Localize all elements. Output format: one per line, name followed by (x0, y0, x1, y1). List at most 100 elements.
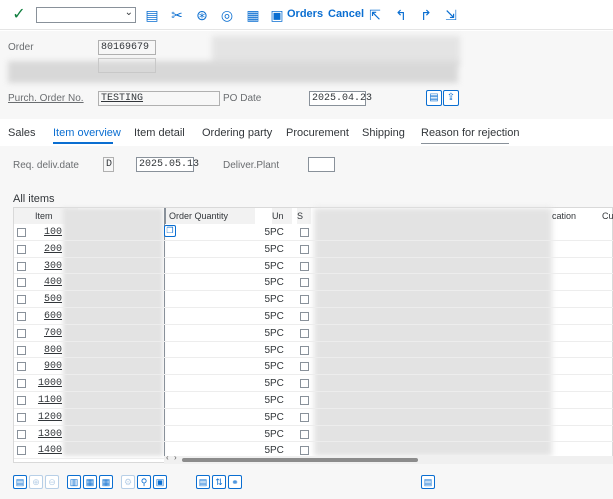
tab-shipping[interactable]: Shipping (362, 127, 405, 139)
item-number[interactable]: 300 (32, 261, 62, 272)
item-number[interactable]: 1100 (32, 395, 62, 406)
insert-row-icon[interactable]: ⊕ (29, 475, 43, 489)
row-select-checkbox[interactable] (17, 396, 26, 405)
col-header-s[interactable]: S (297, 208, 311, 224)
order-quantity[interactable]: 5 (256, 244, 270, 255)
table-row[interactable]: 600 5 PC (14, 308, 613, 325)
row-select-checkbox[interactable] (17, 429, 26, 439)
order-quantity[interactable]: 5 (256, 227, 270, 238)
item-number[interactable]: 600 (32, 311, 62, 322)
unit[interactable]: PC (270, 311, 284, 322)
pricing-icon[interactable]: ▣ (153, 475, 167, 489)
tab-reason-for-rejection[interactable]: Reason for rejection (421, 127, 519, 139)
row-select-checkbox[interactable] (17, 312, 26, 321)
configure-icon[interactable]: ⚙ (121, 475, 135, 489)
order-field[interactable]: 80169679 (98, 40, 156, 55)
save-icon[interactable]: ▤ (143, 6, 161, 24)
status-checkbox[interactable] (300, 362, 309, 372)
grid-icon[interactable]: ▦ (83, 475, 97, 489)
row-select-checkbox[interactable] (17, 345, 26, 355)
more-details-icon[interactable]: ▤ (421, 475, 435, 489)
item-number[interactable]: 1300 (32, 429, 62, 440)
po-field[interactable]: TESTING (98, 91, 220, 106)
row-select-checkbox[interactable] (17, 295, 26, 305)
status-checkbox[interactable] (300, 312, 309, 321)
order-quantity[interactable]: 5 (256, 328, 270, 339)
row-select-checkbox[interactable] (17, 261, 26, 271)
col-header-qty[interactable]: Order Quantity (165, 208, 255, 224)
order-quantity[interactable]: 5 (256, 345, 270, 356)
table-row[interactable]: 1200 5 PC (14, 409, 613, 426)
row-select-checkbox[interactable] (17, 379, 26, 389)
cancel-button[interactable]: Cancel (328, 8, 364, 20)
cut-icon[interactable]: ✂ (168, 6, 186, 24)
tab-procurement[interactable]: Procurement (286, 127, 349, 139)
item-number[interactable]: 1400 (32, 445, 62, 456)
item-number[interactable]: 1200 (32, 412, 62, 423)
row-select-checkbox[interactable] (17, 446, 26, 456)
unit[interactable]: PC (270, 244, 284, 255)
table-row[interactable]: 200 5 PC (14, 241, 613, 258)
status-checkbox[interactable] (300, 278, 309, 288)
tab-item-detail[interactable]: Item detail (134, 127, 185, 139)
table-row[interactable]: 1300 5 PC (14, 426, 613, 443)
last-page-icon[interactable]: ⇲ (442, 6, 460, 24)
scroll-right-icon[interactable]: › (174, 453, 177, 462)
document-icon[interactable]: ▦ (244, 6, 262, 24)
row-select-checkbox[interactable] (17, 362, 26, 372)
tab-ordering-party[interactable]: Ordering party (202, 127, 272, 139)
row-select-checkbox[interactable] (17, 244, 26, 254)
previous-page-icon[interactable]: ↰ (392, 6, 410, 24)
row-select-checkbox[interactable] (17, 412, 26, 422)
col-header-un[interactable]: Un (272, 208, 292, 224)
unit[interactable]: PC (270, 361, 284, 372)
order-quantity[interactable]: 5 (256, 395, 270, 406)
status-checkbox[interactable] (300, 446, 309, 456)
details-icon[interactable]: ▤ (13, 475, 27, 489)
item-number[interactable]: 1000 (32, 378, 62, 389)
table-row[interactable]: 400 5 PC (14, 274, 613, 292)
grid-config-icon[interactable]: ▦ (99, 475, 113, 489)
command-field[interactable]: ⌄ (36, 7, 136, 23)
order-quantity[interactable]: 5 (256, 361, 270, 372)
row-select-checkbox[interactable] (17, 228, 26, 237)
tab-item-overview[interactable]: Item overview (53, 127, 121, 139)
chevron-down-icon[interactable]: ⌄ (125, 7, 133, 18)
unit[interactable]: PC (270, 429, 284, 440)
sort-icon[interactable]: ⇅ (212, 475, 226, 489)
podate-field[interactable]: 2025.04.23 (309, 91, 372, 106)
item-number[interactable]: 200 (32, 244, 62, 255)
status-checkbox[interactable] (300, 412, 309, 422)
scroll-left-icon[interactable]: ‹ (166, 453, 169, 462)
unit[interactable]: PC (270, 277, 284, 288)
status-checkbox[interactable] (300, 295, 309, 305)
reqdeliv-date-field[interactable]: 2025.05.13 (136, 157, 199, 172)
select-all-icon[interactable]: ▥ (67, 475, 81, 489)
status-checkbox[interactable] (300, 261, 309, 271)
checkmark-icon[interactable]: ✓ (10, 6, 28, 24)
orders-button[interactable]: Orders (287, 8, 323, 20)
unit[interactable]: PC (270, 328, 284, 339)
order-quantity[interactable]: 5 (256, 445, 270, 456)
unit[interactable]: PC (270, 445, 284, 456)
first-page-icon[interactable]: ⇱ (366, 6, 384, 24)
status-checkbox[interactable] (300, 396, 309, 405)
table-row[interactable]: 1000 5 PC (14, 375, 613, 392)
next-page-icon[interactable]: ↱ (417, 6, 435, 24)
status-checkbox[interactable] (300, 345, 309, 355)
order-quantity[interactable]: 5 (256, 412, 270, 423)
order-quantity[interactable]: 5 (256, 378, 270, 389)
unit[interactable]: PC (270, 378, 284, 389)
unit[interactable]: PC (270, 395, 284, 406)
unit[interactable]: PC (270, 294, 284, 305)
item-number[interactable]: 800 (32, 345, 62, 356)
row-select-checkbox[interactable] (17, 278, 26, 288)
status-checkbox[interactable] (300, 379, 309, 389)
item-number[interactable]: 100 (32, 227, 62, 238)
status-checkbox[interactable] (300, 328, 309, 338)
item-number[interactable]: 900 (32, 361, 62, 372)
table-row[interactable]: 900 5 PC (14, 358, 613, 376)
order-quantity[interactable]: 5 (256, 261, 270, 272)
delete-row-icon[interactable]: ⊖ (45, 475, 59, 489)
availability-icon[interactable]: ⚲ (137, 475, 151, 489)
